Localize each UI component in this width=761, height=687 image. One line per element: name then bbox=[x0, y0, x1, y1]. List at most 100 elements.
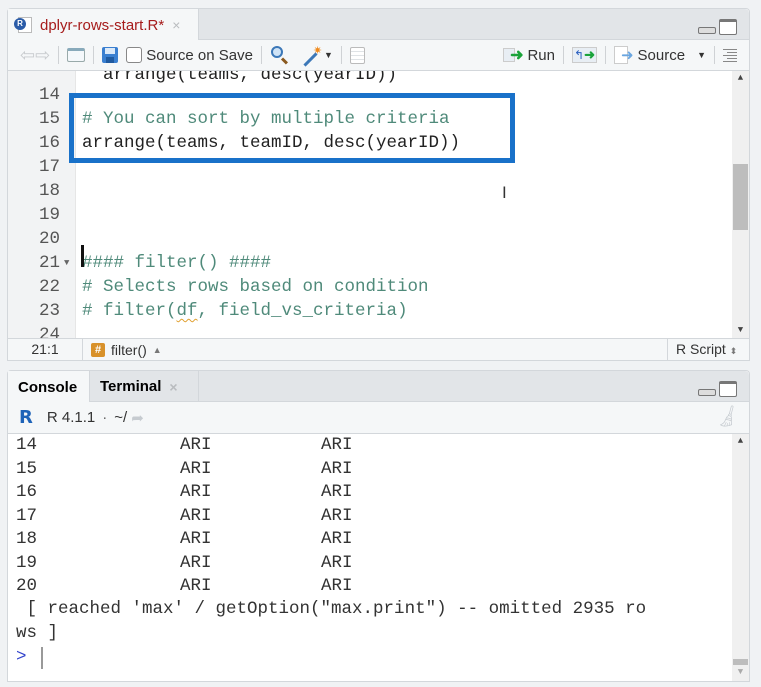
editor-vertical-scrollbar[interactable]: ▲ ▼ bbox=[732, 71, 749, 339]
section-hash-icon: # bbox=[91, 342, 105, 357]
dropdown-caret-icon: ▼ bbox=[323, 50, 333, 60]
console-cell-col1: ARI bbox=[180, 458, 212, 479]
scrollbar-thumb[interactable] bbox=[733, 164, 748, 230]
save-icon bbox=[102, 47, 119, 63]
source-dropdown-caret-icon[interactable]: ▼ bbox=[697, 50, 706, 60]
language-label: R Script bbox=[676, 341, 726, 357]
console-cell-idx: 17 bbox=[16, 505, 38, 526]
highlight-box bbox=[69, 93, 515, 163]
console-output[interactable]: 14 ARI ARI 15 ARI ARI 16 ARI ARI 17 ARI ARI 18 ARI ARI… bbox=[8, 434, 749, 681]
console-cell-col1: ARI bbox=[180, 576, 212, 596]
source-arrow-icon: ➜ bbox=[613, 46, 634, 64]
run-arrow-icon: ➜ bbox=[503, 45, 523, 65]
scroll-down-icon[interactable]: ▼ bbox=[732, 325, 749, 339]
scrollbar-thumb[interactable] bbox=[733, 659, 748, 665]
scroll-down-icon[interactable]: ▼ bbox=[732, 667, 749, 681]
updown-icon: ⬍ bbox=[729, 346, 738, 356]
console-cell-idx: 16 bbox=[16, 482, 38, 502]
code-line[interactable]: 22 # Selects rows based on condition bbox=[8, 275, 708, 299]
minimize-icon[interactable] bbox=[698, 389, 716, 396]
source-on-save-label: Source on Save bbox=[146, 46, 253, 64]
source-label: Source bbox=[637, 46, 686, 64]
save-button[interactable] bbox=[102, 47, 119, 63]
language-selector[interactable]: R Script ⬍ bbox=[667, 339, 749, 360]
max-print-message-1: [ reached 'max' / getOption("max.print")… bbox=[16, 599, 647, 619]
editor-statusbar: 21:1 # filter() ▲ R Script ⬍ bbox=[8, 338, 749, 360]
console-cell-idx: 20 bbox=[16, 576, 38, 596]
clear-console-broom-icon[interactable]: 🧹︎ bbox=[713, 404, 742, 432]
run-button[interactable]: ➜ Run bbox=[503, 45, 555, 65]
find-replace-button[interactable] bbox=[270, 45, 290, 65]
go-to-directory-icon[interactable]: ➦ bbox=[131, 409, 144, 427]
tab-dplyr-rows-start[interactable]: R dplyr-rows-start.R* × bbox=[8, 9, 199, 41]
scroll-up-icon[interactable]: ▲ bbox=[732, 73, 749, 87]
console-prompt: > bbox=[16, 647, 27, 667]
console-cell-col2: ARI bbox=[321, 576, 353, 596]
spellcheck-squiggle: df bbox=[176, 301, 198, 321]
code-line[interactable]: 21 ▼ #### filter() #### bbox=[8, 251, 708, 275]
code-editor[interactable]: arrange(teams, desc(yearID)) 14 15 # You c… bbox=[8, 71, 749, 339]
tab-console-label: Console bbox=[18, 378, 78, 396]
maximize-icon[interactable] bbox=[719, 19, 737, 35]
scroll-up-icon[interactable]: ▲ bbox=[732, 436, 749, 450]
console-tabbar: Console Terminal × bbox=[8, 371, 749, 403]
code-line[interactable]: 18 bbox=[8, 179, 708, 203]
console-cell-col2: ARI bbox=[321, 552, 353, 573]
console-vertical-scrollbar[interactable]: ▲ ▼ bbox=[732, 434, 749, 681]
checkbox-icon bbox=[126, 47, 143, 63]
scope-label: filter() bbox=[111, 341, 147, 358]
new-window-icon bbox=[67, 48, 86, 62]
code-line[interactable]: 20 bbox=[8, 227, 708, 251]
code-line[interactable]: 23 # filter(df, field_vs_criteria) bbox=[8, 299, 708, 323]
tab-terminal[interactable]: Terminal × bbox=[90, 371, 199, 402]
rerun-icon: ↰ ➜ bbox=[572, 47, 597, 63]
console-cell-col2: ARI bbox=[321, 505, 353, 526]
close-tab-icon[interactable]: × bbox=[172, 17, 180, 33]
console-cell-idx: 19 bbox=[16, 552, 38, 573]
maximize-icon[interactable] bbox=[719, 381, 737, 397]
close-terminal-icon[interactable]: × bbox=[169, 379, 177, 395]
working-directory[interactable]: ~/ bbox=[114, 409, 127, 426]
console-info-bar: R R 4.1.1 · ~/ ➦ 🧹︎ bbox=[8, 402, 749, 434]
editor-window-controls bbox=[698, 19, 737, 35]
show-in-new-window-button[interactable] bbox=[67, 48, 86, 62]
tab-console[interactable]: Console bbox=[8, 371, 90, 403]
code-text: # Selects rows based on condition bbox=[82, 277, 429, 297]
console-window-controls bbox=[698, 381, 737, 397]
notebook-icon bbox=[349, 46, 365, 64]
console-cell-col1: ARI bbox=[180, 505, 212, 526]
code-line[interactable]: 19 bbox=[8, 203, 708, 227]
line-number: 24 bbox=[38, 325, 60, 339]
scope-selector[interactable]: # filter() ▲ bbox=[83, 342, 667, 358]
line-number: 20 bbox=[38, 229, 60, 249]
forward-button[interactable]: ⇨ bbox=[35, 45, 50, 66]
text-cursor bbox=[81, 245, 84, 267]
console-cell-idx: 18 bbox=[16, 529, 38, 549]
document-outline-icon[interactable] bbox=[723, 48, 737, 62]
code-line[interactable]: 24 bbox=[8, 323, 708, 339]
minimize-icon[interactable] bbox=[698, 27, 716, 34]
source-button[interactable]: ➜ Source bbox=[613, 46, 686, 64]
code-tools-button[interactable]: ✷ ▼ bbox=[300, 45, 333, 67]
r-logo-icon: R bbox=[16, 407, 36, 428]
back-button[interactable]: ⇦ bbox=[20, 45, 35, 66]
magnifier-icon bbox=[270, 45, 290, 65]
source-on-save-checkbox[interactable]: Source on Save bbox=[126, 47, 253, 64]
run-label: Run bbox=[527, 46, 555, 64]
fold-toggle-icon[interactable]: ▼ bbox=[64, 251, 69, 275]
compile-report-button[interactable] bbox=[349, 46, 365, 64]
console-cell-idx: 14 bbox=[16, 435, 38, 455]
line-number: 22 bbox=[38, 277, 60, 297]
tab-filename: dplyr-rows-start.R* bbox=[40, 16, 165, 34]
console-cell-col2: ARI bbox=[321, 482, 353, 502]
editor-tabbar: R dplyr-rows-start.R* × bbox=[8, 9, 749, 41]
rerun-button[interactable]: ↰ ➜ bbox=[572, 47, 597, 63]
cursor-position: 21:1 bbox=[8, 339, 83, 360]
console-cell-col1: ARI bbox=[180, 482, 212, 502]
console-input-cursor[interactable] bbox=[41, 647, 43, 669]
line-number: 23 bbox=[38, 301, 60, 321]
console-cell-col1: ARI bbox=[180, 529, 212, 549]
source-editor-pane: R dplyr-rows-start.R* × ⇦ ⇨ Source on Sa… bbox=[7, 8, 750, 361]
line-number: 15 bbox=[38, 109, 60, 129]
tab-terminal-label: Terminal bbox=[100, 378, 162, 395]
